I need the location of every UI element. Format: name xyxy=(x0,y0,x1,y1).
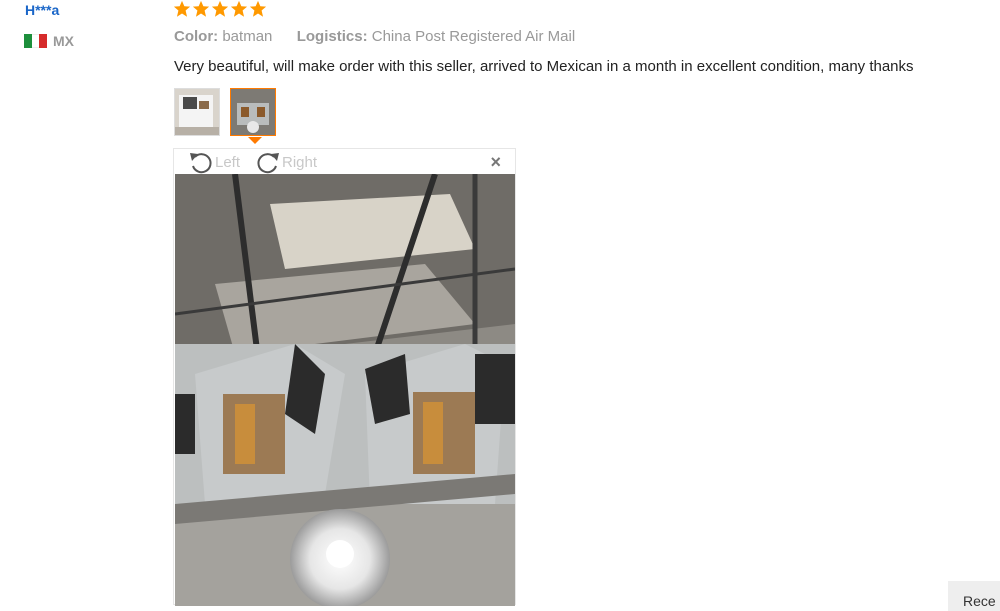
rotate-right-label: Right xyxy=(282,153,318,171)
reviewer-name[interactable]: H***a xyxy=(25,2,59,18)
review-text: Very beautiful, will make order with thi… xyxy=(174,58,914,75)
reviewer-country: MX xyxy=(24,33,74,49)
rotate-right-icon xyxy=(257,153,279,174)
color-label: Color: xyxy=(174,28,219,45)
star-icon xyxy=(211,0,229,17)
viewer-toolbar: Left Right × xyxy=(174,149,515,175)
side-panel-button[interactable]: Rece xyxy=(948,581,1000,611)
star-icon xyxy=(230,0,248,17)
logistics-value: China Post Registered Air Mail xyxy=(371,28,576,45)
star-icon xyxy=(173,0,191,17)
rotate-right-button[interactable]: Right xyxy=(254,149,317,175)
mexico-flag-icon xyxy=(24,34,48,48)
star-icon xyxy=(249,0,267,17)
rotate-left-button[interactable]: Left xyxy=(187,149,240,175)
review-photo-thumbnail-selected[interactable] xyxy=(230,88,276,136)
close-viewer-button[interactable]: × xyxy=(490,152,501,173)
star-rating xyxy=(173,0,267,18)
thumbnail-selected-pointer xyxy=(248,137,262,144)
color-value: batman xyxy=(222,28,273,45)
star-icon xyxy=(192,0,210,17)
rotate-left-label: Left xyxy=(215,153,241,171)
country-code: MX xyxy=(53,33,74,49)
logistics-label: Logistics: xyxy=(296,28,368,45)
photo-viewer: Left Right × xyxy=(173,148,516,606)
rotate-left-icon xyxy=(190,153,212,174)
review-meta: Color: batman Logistics: China Post Regi… xyxy=(174,28,575,45)
review-photo-thumbnail[interactable] xyxy=(174,88,220,136)
review-photo-large xyxy=(175,174,515,606)
